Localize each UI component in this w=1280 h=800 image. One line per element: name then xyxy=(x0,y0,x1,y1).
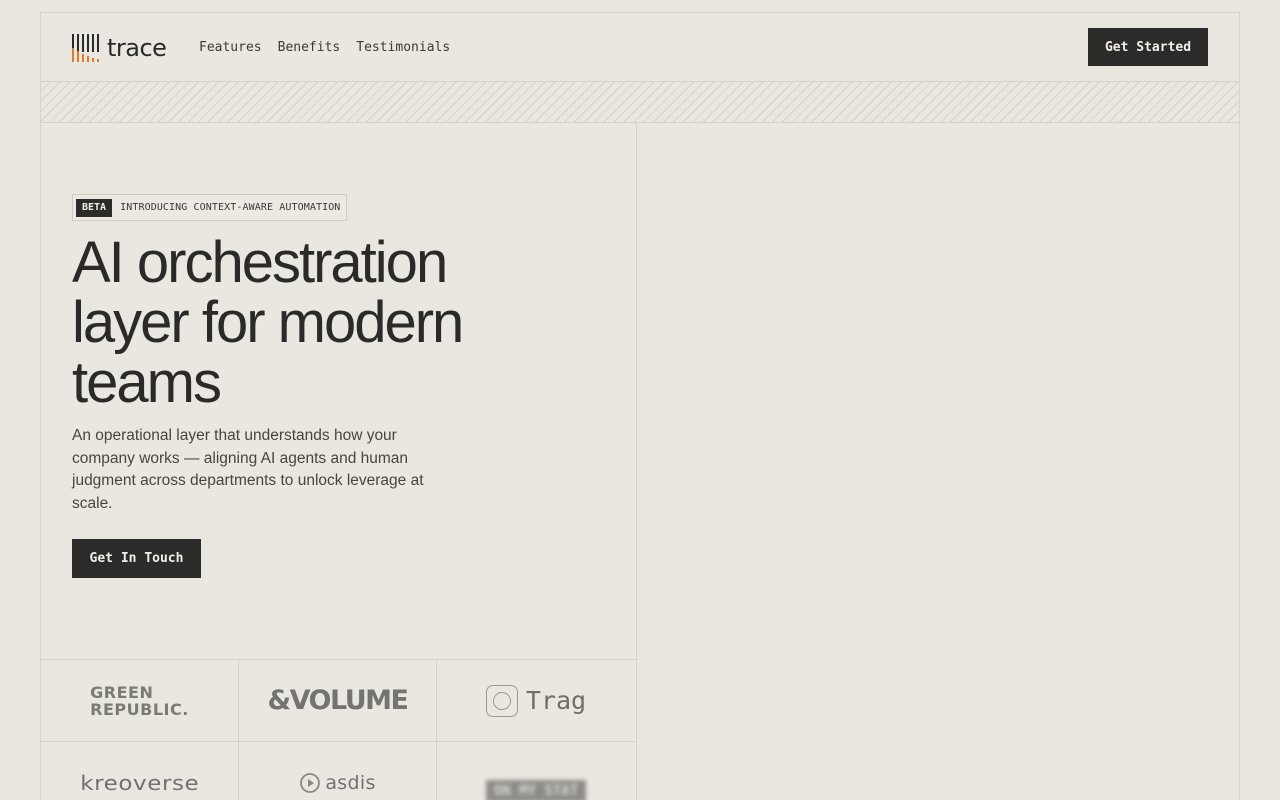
green-republic-line-2: REPUBLIC. xyxy=(90,699,189,719)
trace-logo-icon xyxy=(72,34,99,62)
badge-text: INTRODUCING CONTEXT-AWARE AUTOMATION xyxy=(120,202,341,213)
beta-tag: BETA xyxy=(76,198,113,217)
nav-link-benefits[interactable]: Benefits xyxy=(278,40,341,56)
brand-logo[interactable]: trace xyxy=(71,33,167,63)
main-nav: Features Benefits Testimonials xyxy=(199,40,450,56)
blurred-logo: ON MY STAT xyxy=(485,779,587,800)
hero-headline: AI orchestration layer for modern teams xyxy=(72,230,464,415)
hatched-divider xyxy=(41,82,1239,123)
nav-link-features[interactable]: Features xyxy=(199,40,262,56)
hero-subcopy: An operational layer that understands ho… xyxy=(72,427,424,512)
trag-logo-icon xyxy=(485,684,518,717)
volume-wordmark: &VOLUME xyxy=(267,685,409,716)
asdis-wordmark: asdis xyxy=(325,771,376,794)
brand-name: trace xyxy=(107,34,167,62)
green-republic-line-1: GREEN xyxy=(90,682,154,702)
kreoverse-wordmark: kreoverse xyxy=(79,770,200,795)
logo-kreoverse: kreoverse xyxy=(41,742,239,800)
hero-visual-panel xyxy=(638,123,1239,800)
hero-section: BETA INTRODUCING CONTEXT-AWARE AUTOMATIO… xyxy=(41,123,637,800)
asdis-logo-icon xyxy=(300,772,321,793)
get-in-touch-button[interactable]: Get In Touch xyxy=(72,539,201,578)
logo-trag: Trag xyxy=(437,660,635,742)
announcement-badge: BETA INTRODUCING CONTEXT-AWARE AUTOMATIO… xyxy=(72,194,348,221)
site-header: trace Features Benefits Testimonials Get… xyxy=(41,13,1239,82)
get-started-button[interactable]: Get Started xyxy=(1088,28,1208,66)
customer-logos-grid: GREEN REPUBLIC. &VOLUME Trag kreoverse a… xyxy=(41,659,637,800)
trag-wordmark: Trag xyxy=(525,686,587,715)
logo-blurred: ON MY STAT xyxy=(437,742,635,800)
logo-green-republic: GREEN REPUBLIC. xyxy=(41,660,239,742)
page-frame: trace Features Benefits Testimonials Get… xyxy=(40,12,1240,800)
nav-link-testimonials[interactable]: Testimonials xyxy=(356,40,450,56)
logo-volume: &VOLUME xyxy=(239,660,437,742)
logo-asdis: asdis xyxy=(239,742,437,800)
